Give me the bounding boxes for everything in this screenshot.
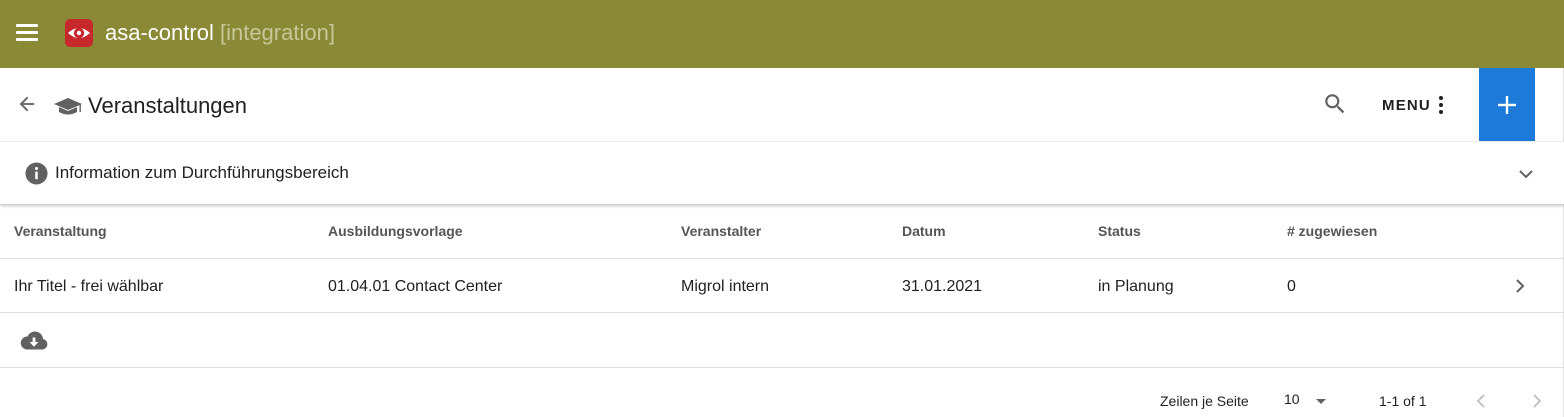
- column-header-status[interactable]: Status: [1098, 223, 1141, 239]
- app-name: asa-control: [105, 20, 214, 45]
- cell-ausbildungsvorlage: 01.04.01 Contact Center: [328, 278, 503, 295]
- column-header-veranstalter[interactable]: Veranstalter: [681, 223, 761, 239]
- column-header-veranstaltung[interactable]: Veranstaltung: [14, 223, 107, 239]
- info-icon: [25, 162, 48, 185]
- rows-per-page-label: Zeilen je Seite: [1160, 393, 1249, 409]
- events-table: Veranstaltung Ausbildungsvorlage Veranst…: [0, 205, 1564, 313]
- page-header: Veranstaltungen MENU: [0, 68, 1564, 141]
- page-range: 1-1 of 1: [1379, 393, 1427, 409]
- chevron-down-icon[interactable]: [1516, 166, 1536, 182]
- hamburger-icon[interactable]: [16, 24, 38, 42]
- add-button[interactable]: [1479, 68, 1535, 141]
- app-title: asa-control [integration]: [105, 20, 335, 46]
- export-row: [0, 313, 1564, 368]
- chevron-left-icon[interactable]: [1474, 392, 1488, 410]
- column-header-ausbildungsvorlage[interactable]: Ausbildungsvorlage: [328, 223, 463, 239]
- more-vert-icon: [1438, 96, 1443, 114]
- cloud-download-icon[interactable]: [19, 329, 49, 353]
- cell-datum: 31.01.2021: [902, 278, 983, 295]
- info-panel[interactable]: Information zum Durchführungsbereich: [0, 141, 1564, 204]
- cell-zugewiesen: 0: [1287, 278, 1296, 295]
- table-row[interactable]: Ihr Titel - frei wählbar 01.04.01 Contac…: [0, 259, 1564, 313]
- column-header-datum[interactable]: Datum: [902, 223, 946, 239]
- app-logo: [65, 19, 93, 47]
- dropdown-arrow-icon: [1316, 399, 1326, 404]
- cell-veranstalter: Migrol intern: [681, 278, 770, 295]
- environment-label: [integration]: [219, 20, 335, 45]
- page-title: Veranstaltungen: [88, 93, 248, 118]
- graduation-cap-icon: [54, 98, 82, 115]
- menu-label: MENU: [1382, 96, 1431, 114]
- search-icon[interactable]: [1322, 91, 1348, 117]
- info-panel-label: Information zum Durchführungsbereich: [55, 163, 349, 182]
- chevron-right-icon[interactable]: [1530, 392, 1544, 410]
- chevron-right-icon[interactable]: [1512, 277, 1528, 295]
- rows-per-page-value: 10: [1284, 391, 1300, 407]
- cell-veranstaltung: Ihr Titel - frei wählbar: [14, 278, 164, 295]
- rows-per-page-select[interactable]: 10: [1284, 391, 1332, 411]
- pagination: Zeilen je Seite 10 1-1 of 1: [0, 368, 1564, 417]
- arrow-left-icon[interactable]: [16, 93, 38, 115]
- app-bar: asa-control [integration]: [0, 0, 1564, 68]
- plus-icon: [1498, 95, 1516, 114]
- cell-status: in Planung: [1098, 278, 1174, 295]
- menu-button[interactable]: MENU: [1382, 94, 1443, 116]
- column-header-zugewiesen[interactable]: # zugewiesen: [1287, 223, 1377, 239]
- table-header: Veranstaltung Ausbildungsvorlage Veranst…: [0, 205, 1564, 259]
